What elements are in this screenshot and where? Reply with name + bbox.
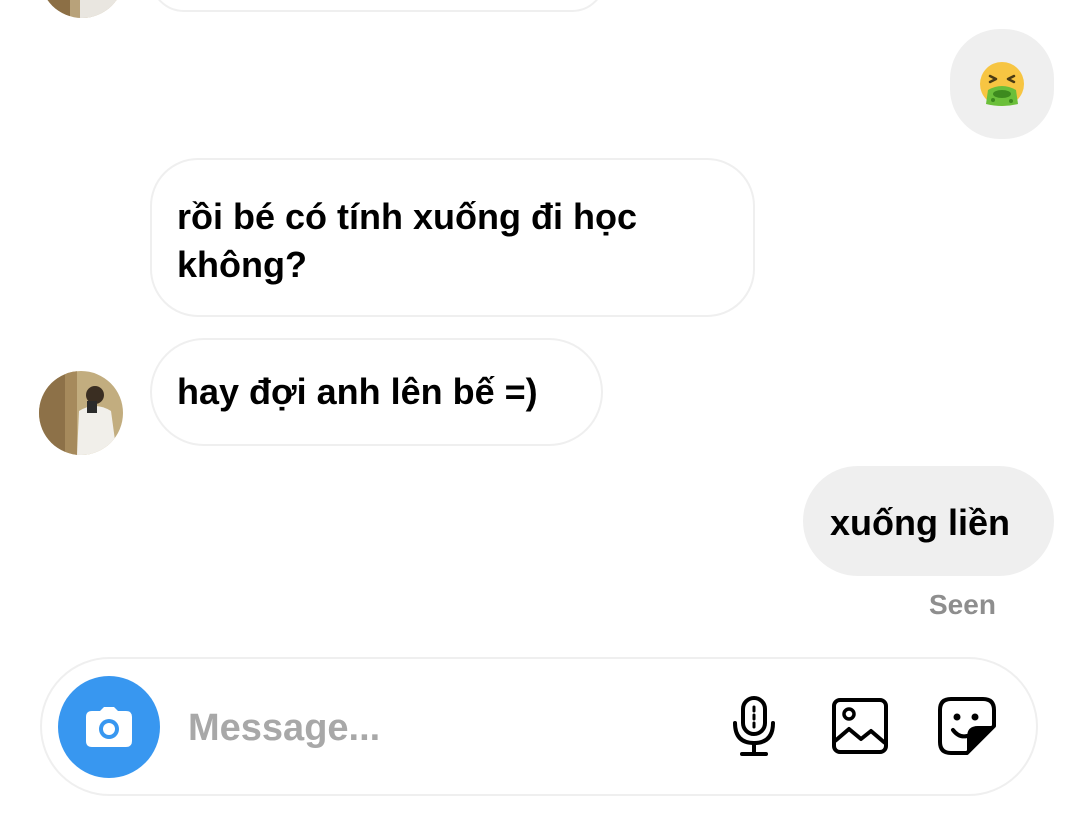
voice-message-button[interactable] (724, 694, 784, 758)
message-bubble-incoming[interactable]: rồi bé có tính xuống đi học không? (150, 158, 755, 317)
message-bubble-emoji[interactable] (950, 29, 1054, 139)
message-bubble-partial[interactable] (150, 0, 606, 12)
sender-avatar[interactable] (40, 0, 124, 18)
message-input[interactable] (188, 700, 688, 756)
seen-status: Seen (929, 589, 996, 620)
chat-screen: rồi bé có tính xuống đi học không? hay đ… (0, 0, 1080, 827)
gallery-button[interactable] (830, 694, 890, 758)
camera-button[interactable] (58, 676, 160, 778)
sticker-icon (938, 697, 996, 755)
gallery-icon (832, 698, 888, 754)
message-text: rồi bé có tính xuống đi học không? (177, 196, 637, 285)
nauseated-face-emoji (980, 62, 1024, 106)
message-text: xuống liền (830, 502, 1010, 543)
camera-icon (86, 707, 132, 747)
message-bubble-outgoing[interactable]: xuống liền (803, 466, 1054, 576)
microphone-icon (733, 696, 775, 756)
sticker-button[interactable] (937, 694, 997, 758)
message-bubble-incoming[interactable]: hay đợi anh lên bế =) (150, 338, 603, 446)
sender-avatar[interactable] (39, 371, 123, 455)
message-text: hay đợi anh lên bế =) (177, 371, 538, 412)
